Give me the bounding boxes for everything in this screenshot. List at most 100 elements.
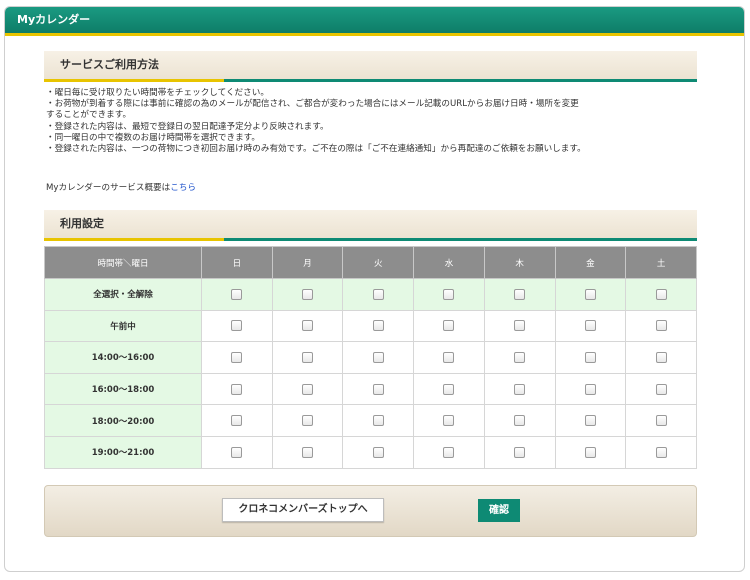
slot-checkbox[interactable] xyxy=(302,288,314,300)
confirm-button[interactable]: 確認 xyxy=(478,499,520,522)
slot-checkbox[interactable] xyxy=(655,351,667,363)
slot-cell xyxy=(271,435,344,469)
instruction-line: することができます。 xyxy=(46,110,132,121)
day-header: 木 xyxy=(483,246,556,279)
slot-checkbox[interactable] xyxy=(584,383,596,395)
instruction-line: ・お荷物が到着する際には事前に確認の為のメールが配信され、ご都合が変わった場合に… xyxy=(46,99,579,110)
slot-checkbox[interactable] xyxy=(655,288,667,300)
slot-checkbox[interactable] xyxy=(302,320,314,332)
slot-checkbox[interactable] xyxy=(655,415,667,427)
slot-checkbox[interactable] xyxy=(302,351,314,363)
slot-checkbox[interactable] xyxy=(443,446,455,458)
instruction-line: ・登録された内容は、最短で登録日の翌日配達予定分より反映されます。 xyxy=(46,121,329,132)
slot-checkbox[interactable] xyxy=(584,320,596,332)
slot-cell xyxy=(413,372,485,406)
slot-checkbox[interactable] xyxy=(655,320,667,332)
slot-cell xyxy=(483,341,556,374)
slot-checkbox[interactable] xyxy=(443,383,455,395)
time-slot-label: 19:00〜21:00 xyxy=(44,435,202,469)
select-all-row: 全選択・全解除 xyxy=(44,278,697,311)
slot-cell xyxy=(483,309,556,343)
day-header: 月 xyxy=(271,246,344,279)
slot-cell xyxy=(271,372,344,406)
slot-cell xyxy=(342,372,415,406)
slot-cell xyxy=(554,435,627,469)
slot-checkbox[interactable] xyxy=(372,320,384,332)
slot-checkbox[interactable] xyxy=(231,383,243,395)
slot-checkbox[interactable] xyxy=(302,415,314,427)
slot-cell xyxy=(625,435,697,469)
slot-checkbox[interactable] xyxy=(443,415,455,427)
time-slot-label: 14:00〜16:00 xyxy=(44,341,202,374)
overview-link[interactable]: こちら xyxy=(170,183,196,193)
slot-checkbox[interactable] xyxy=(514,351,526,363)
slot-cell xyxy=(625,309,697,343)
slot-checkbox[interactable] xyxy=(372,351,384,363)
slot-checkbox[interactable] xyxy=(514,320,526,332)
slot-checkbox[interactable] xyxy=(302,446,314,458)
slot-checkbox[interactable] xyxy=(443,320,455,332)
slot-cell xyxy=(413,404,485,437)
instruction-line: ・曜日毎に受け取りたい時間帯をチェックしてください。 xyxy=(46,88,269,98)
slot-cell xyxy=(342,404,415,437)
slot-cell xyxy=(201,404,273,437)
slot-checkbox[interactable] xyxy=(443,351,455,363)
window-title: Myカレンダー xyxy=(5,7,744,36)
slot-cell xyxy=(413,278,485,311)
slot-checkbox[interactable] xyxy=(514,288,526,300)
slot-checkbox[interactable] xyxy=(302,383,314,395)
slot-checkbox[interactable] xyxy=(231,288,243,300)
day-header: 金 xyxy=(554,246,627,279)
slot-cell xyxy=(554,341,627,374)
slot-cell xyxy=(554,404,627,437)
slot-checkbox[interactable] xyxy=(372,415,384,427)
slot-cell xyxy=(554,309,627,343)
overview-text: Myカレンダーのサービス概要は xyxy=(46,183,171,193)
day-header: 土 xyxy=(625,246,697,279)
slot-checkbox[interactable] xyxy=(584,288,596,300)
slot-checkbox[interactable] xyxy=(655,383,667,395)
slot-cell xyxy=(201,278,273,311)
slot-cell xyxy=(413,435,485,469)
slot-checkbox[interactable] xyxy=(231,320,243,332)
slot-checkbox[interactable] xyxy=(584,446,596,458)
slot-checkbox[interactable] xyxy=(514,383,526,395)
table-row: 16:00〜18:00 xyxy=(44,372,697,406)
slot-checkbox[interactable] xyxy=(231,351,243,363)
slot-cell xyxy=(342,309,415,343)
slot-cell xyxy=(625,341,697,374)
slot-checkbox[interactable] xyxy=(372,383,384,395)
time-slot-table: 時間帯＼曜日 日 月 火 水 木 金 土 全選択・全解除 午前中 14:00〜16:… xyxy=(44,246,697,469)
instruction-line: ・登録された内容は、一つの荷物につき初回お届け時のみ有効です。ご不在の際は「ご不… xyxy=(46,144,586,155)
time-slot-label[interactable]: 全選択・全解除 xyxy=(44,278,202,311)
slot-checkbox[interactable] xyxy=(372,288,384,300)
day-header: 日 xyxy=(201,246,273,279)
slot-checkbox[interactable] xyxy=(655,446,667,458)
service-overview: Myカレンダーのサービス概要はこちら xyxy=(46,181,196,193)
section-underline-green xyxy=(224,79,697,82)
table-header-row: 時間帯＼曜日 日 月 火 水 木 金 土 xyxy=(44,246,697,279)
slot-checkbox[interactable] xyxy=(584,351,596,363)
slot-cell xyxy=(201,309,273,343)
slot-cell xyxy=(201,341,273,374)
slot-checkbox[interactable] xyxy=(231,415,243,427)
slot-checkbox[interactable] xyxy=(443,288,455,300)
day-header: 水 xyxy=(413,246,485,279)
slot-checkbox[interactable] xyxy=(231,446,243,458)
slot-checkbox[interactable] xyxy=(514,446,526,458)
slot-cell xyxy=(201,435,273,469)
slot-cell xyxy=(483,372,556,406)
slot-cell xyxy=(483,435,556,469)
slot-cell xyxy=(625,278,697,311)
slot-checkbox[interactable] xyxy=(514,415,526,427)
slot-cell xyxy=(625,372,697,406)
slot-checkbox[interactable] xyxy=(584,415,596,427)
members-top-button[interactable]: クロネコメンバーズトップへ xyxy=(222,498,384,522)
section-underline-green xyxy=(224,238,697,241)
corner-header: 時間帯＼曜日 xyxy=(44,246,202,279)
table-row: 19:00〜21:00 xyxy=(44,435,697,469)
table-row: 18:00〜20:00 xyxy=(44,404,697,437)
time-slot-label: 16:00〜18:00 xyxy=(44,372,202,406)
slot-checkbox[interactable] xyxy=(372,446,384,458)
slot-cell xyxy=(413,341,485,374)
